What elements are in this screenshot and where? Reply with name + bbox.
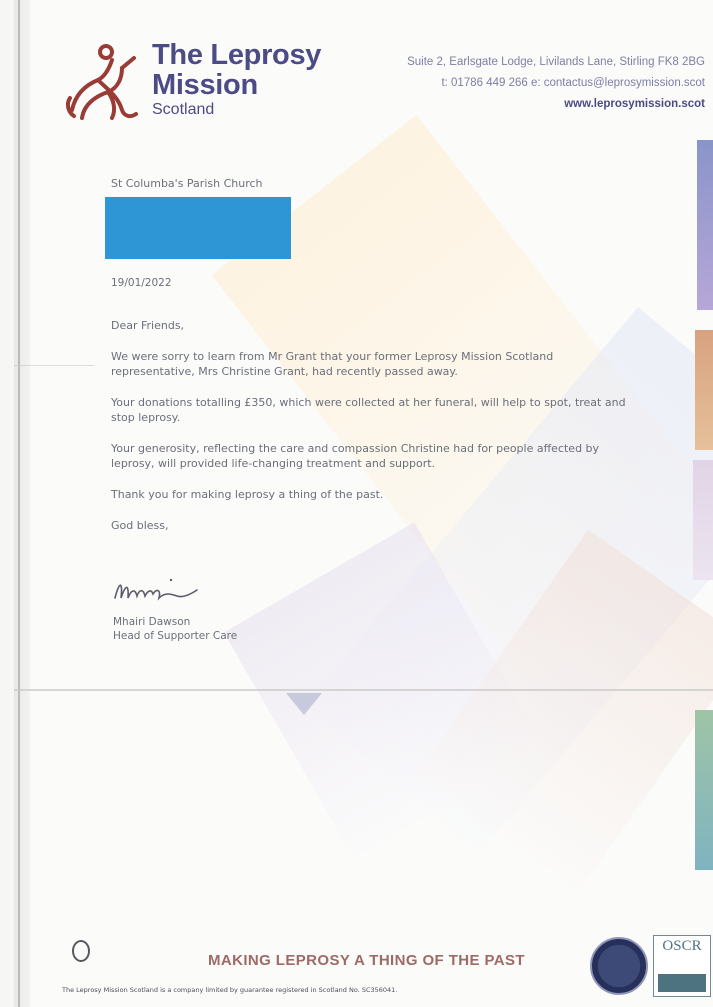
page-edge (14, 0, 30, 1007)
signer-title: Head of Supporter Care (113, 630, 238, 642)
paragraph: We were sorry to learn from Mr Grant tha… (111, 350, 554, 378)
ring-icon (72, 940, 90, 962)
oscr-label: OSCR (662, 938, 702, 954)
postal-address: Suite 2, Earlsgate Lodge, Livilands Lane… (407, 56, 705, 68)
phone-email: t: 01786 449 266 e: contactus@leprosymis… (441, 77, 705, 89)
edge-color-strip (697, 140, 713, 310)
edge-color-strip (695, 330, 713, 450)
footer-tagline: MAKING LEPROSY A THING OF THE PAST (208, 952, 525, 969)
paragraph: Thank you for making leprosy a thing of … (111, 488, 384, 501)
signer-name: Mhairi Dawson (113, 616, 191, 628)
handwritten-signature (114, 578, 198, 601)
org-name-line1: The Leprosy (152, 39, 322, 71)
decorative-band (223, 522, 545, 858)
edge-color-strip (695, 710, 713, 870)
footer-partner-logo (64, 940, 98, 976)
recipient-name: St Columba's Parish Church (111, 177, 263, 190)
decorative-triangle (286, 693, 322, 715)
legal-notice: The Leprosy Mission Scotland is a compan… (62, 986, 398, 994)
redacted-address-block (105, 197, 291, 259)
paragraph: Your donations totalling £350, which wer… (111, 396, 626, 424)
signer-block: Mhairi Dawson Head of Supporter Care (113, 615, 237, 643)
closing: God bless, (111, 519, 169, 532)
letter-page: The Leprosy Mission Scotland Suite 2, Ea… (14, 0, 713, 1007)
letter-body: Dear Friends, We were sorry to learn fro… (111, 318, 631, 549)
organization-name: The Leprosy Mission Scotland (152, 40, 321, 120)
decorative-band (416, 529, 713, 891)
org-name-line3: Scotland (152, 101, 215, 118)
edge-color-strip (693, 460, 713, 580)
salutation: Dear Friends, (111, 319, 185, 332)
org-name-line2: Mission (152, 69, 258, 101)
paper-fold-line (14, 689, 713, 691)
oscr-badge: OSCR (653, 935, 711, 997)
leprosy-mission-logo (65, 44, 138, 120)
website: www.leprosymission.scot (564, 98, 705, 110)
accreditation-seal-icon (590, 937, 648, 995)
contact-block: Suite 2, Earlsgate Lodge, Livilands Lane… (407, 52, 705, 115)
letter-date: 19/01/2022 (111, 277, 172, 289)
paragraph: Your generosity, reflecting the care and… (111, 442, 600, 470)
